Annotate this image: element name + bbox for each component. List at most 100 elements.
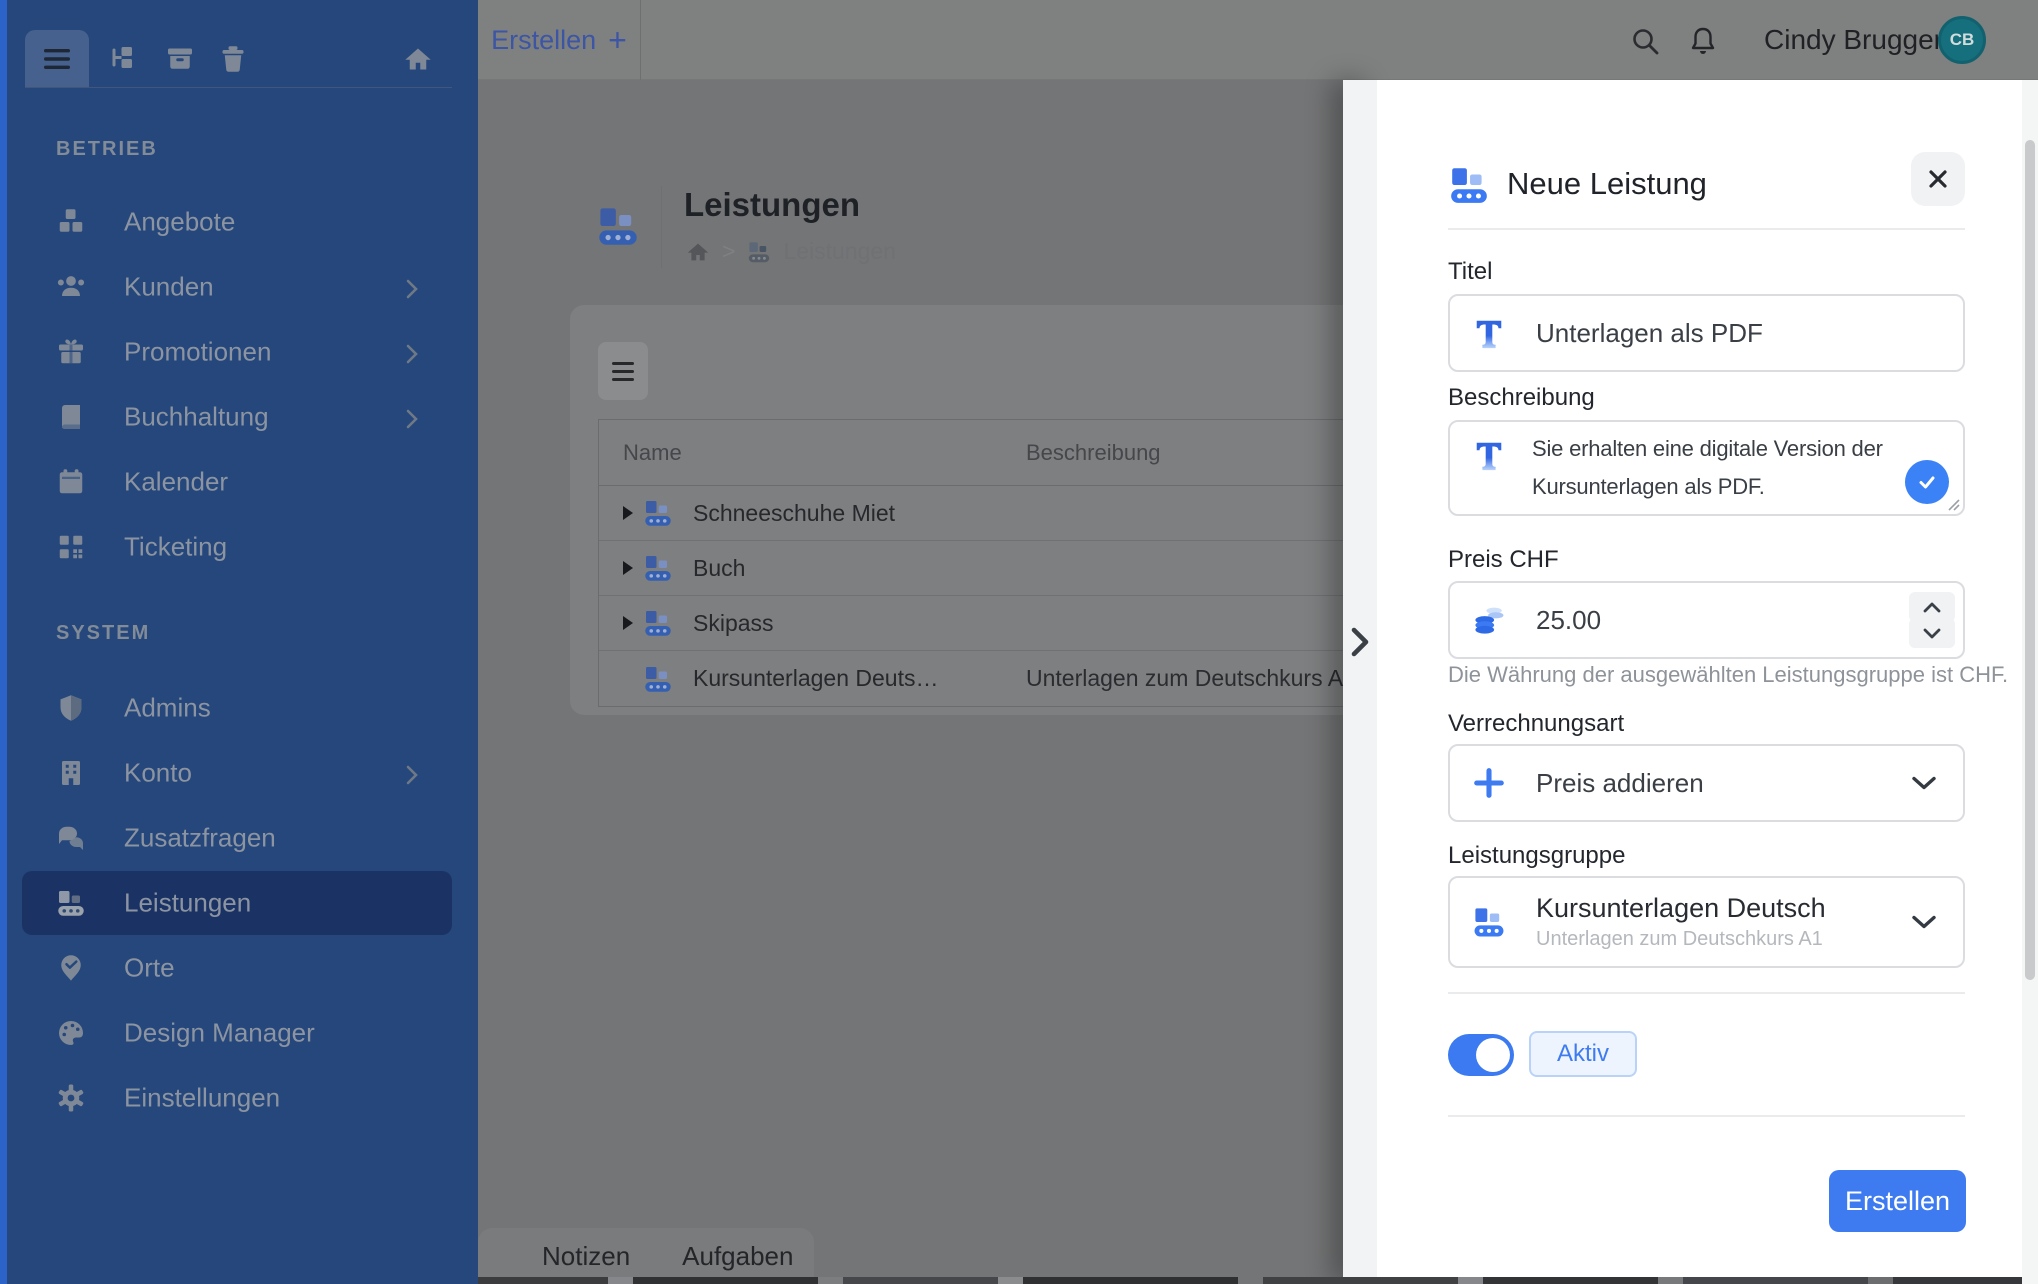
beschreibung-textarea[interactable]: Sie erhalten eine digitale Version der K…: [1448, 420, 1965, 516]
row-name: Skipass: [693, 610, 774, 637]
leistungsgruppe-value: Kursunterlagen Deutsch: [1536, 893, 1826, 924]
leistungsgruppe-label: Leistungsgruppe: [1448, 842, 1625, 870]
active-toggle[interactable]: [1448, 1034, 1514, 1076]
preis-label: Preis CHF: [1448, 546, 1559, 574]
sidebar-menu-button[interactable]: [25, 30, 89, 87]
qr-icon: [56, 532, 86, 562]
leistungsgruppe-subtitle: Unterlagen zum Deutschkurs A1: [1536, 928, 1826, 951]
bell-icon[interactable]: [1688, 26, 1718, 56]
sidebar-item-konto[interactable]: Konto: [22, 741, 452, 805]
plus-icon: +: [608, 22, 627, 59]
drawer-collapse-rail: [1343, 80, 1377, 1284]
scrollbar-track[interactable]: [2022, 80, 2038, 1284]
chevron-right-icon: [406, 765, 418, 785]
confirm-check-badge[interactable]: [1905, 460, 1949, 504]
expand-triangle-icon[interactable]: [623, 506, 633, 520]
header-divider: [661, 186, 662, 268]
calendar-icon: [56, 467, 86, 497]
sidebar-accent-strip: [0, 0, 7, 1284]
shield-icon: [56, 693, 86, 723]
verrechnungsart-select[interactable]: Preis addieren: [1448, 744, 1965, 822]
user-name[interactable]: Cindy Brugger: [1764, 0, 1943, 80]
sidebar-item-kunden[interactable]: Kunden: [22, 255, 452, 319]
expand-triangle-icon[interactable]: [623, 561, 633, 575]
chevron-right-icon: [406, 344, 418, 364]
blocks-icon: [1448, 164, 1490, 206]
chevron-down-icon: [1911, 776, 1937, 791]
beschreibung-line1: Sie erhalten eine digitale Version der: [1532, 436, 1883, 462]
chevron-right-icon: [406, 279, 418, 299]
home-icon[interactable]: [403, 44, 433, 74]
new-service-drawer: Neue Leistung Titel Unterlagen als PDF B…: [1377, 80, 2038, 1284]
blocks-icon: [643, 498, 673, 528]
home-icon[interactable]: [686, 240, 710, 264]
beschreibung-line2: Kursunterlagen als PDF.: [1532, 474, 1765, 500]
scrollbar-thumb[interactable]: [2025, 140, 2035, 980]
blocks-icon: [643, 664, 673, 694]
blocks-icon: [643, 553, 673, 583]
titel-value: Unterlagen als PDF: [1536, 318, 1763, 349]
sidebar-item-promotionen[interactable]: Promotionen: [22, 320, 452, 384]
divider: [1448, 1115, 1965, 1117]
gear-icon: [56, 1083, 86, 1113]
toggle-knob: [1476, 1038, 1510, 1072]
breadcrumb-current: Leistungen: [783, 238, 896, 265]
sidebar-item-buchhaltung[interactable]: Buchhaltung: [22, 385, 452, 449]
tree-view-icon[interactable]: [108, 44, 138, 74]
sidebar-item-orte[interactable]: Orte: [22, 936, 452, 1000]
page-title-blocks-icon: [596, 204, 640, 248]
column-header-beschreibung: Beschreibung: [1026, 440, 1161, 466]
chevron-up-icon: [1923, 602, 1941, 613]
tab-notizen[interactable]: Notizen: [516, 1241, 656, 1272]
app-window: BETRIEB Angebote Kunden Promotionen Buch…: [0, 0, 2038, 1284]
chevron-down-icon: [1911, 915, 1937, 930]
hamburger-icon: [43, 48, 71, 70]
expand-triangle-icon[interactable]: [623, 616, 633, 630]
sidebar-toolbar-divider: [25, 87, 452, 88]
blocks-icon: [56, 888, 86, 918]
chat-icon: [56, 823, 86, 853]
text-icon: [1472, 316, 1506, 350]
cut-off-content-strip: [478, 1277, 2038, 1284]
erstellen-button[interactable]: Erstellen: [1829, 1170, 1966, 1232]
row-name: Buch: [693, 555, 745, 582]
preis-input[interactable]: 25.00: [1448, 581, 1965, 659]
coins-icon: [1472, 603, 1506, 637]
row-name: Schneeschuhe Miet: [693, 500, 895, 527]
chevron-down-icon: [1923, 628, 1941, 639]
pin-icon: [56, 953, 86, 983]
sidebar-item-zusatzfragen[interactable]: Zusatzfragen: [22, 806, 452, 870]
book-icon: [56, 402, 86, 432]
sidebar: BETRIEB Angebote Kunden Promotionen Buch…: [0, 0, 478, 1284]
palette-icon: [56, 1018, 86, 1048]
search-icon[interactable]: [1630, 26, 1660, 56]
sidebar-item-angebote[interactable]: Angebote: [22, 190, 452, 254]
archive-icon[interactable]: [165, 44, 195, 74]
users-icon: [56, 272, 86, 302]
trash-icon[interactable]: [218, 44, 248, 74]
chevron-right-icon: [406, 409, 418, 429]
close-button[interactable]: [1911, 152, 1965, 206]
preis-value: 25.00: [1536, 605, 1601, 636]
bottom-panel: Notizen Aufgaben: [478, 1228, 814, 1284]
tab-aufgaben[interactable]: Aufgaben: [656, 1241, 819, 1272]
collapse-drawer-chevron-icon[interactable]: [1350, 626, 1370, 658]
sidebar-item-admins[interactable]: Admins: [22, 676, 452, 740]
titel-input[interactable]: Unterlagen als PDF: [1448, 294, 1965, 372]
create-tab[interactable]: Erstellen +: [478, 0, 641, 80]
sidebar-section-system: SYSTEM: [56, 622, 150, 645]
avatar[interactable]: CB: [1938, 16, 1986, 64]
create-tab-label: Erstellen: [491, 25, 596, 56]
leistungsgruppe-select[interactable]: Kursunterlagen Deutsch Unterlagen zum De…: [1448, 876, 1965, 968]
sidebar-item-leistungen[interactable]: Leistungen: [22, 871, 452, 935]
table-menu-button[interactable]: [598, 342, 648, 400]
drawer-title: Neue Leistung: [1507, 166, 1707, 202]
stepper-down-button[interactable]: [1909, 618, 1955, 648]
plus-icon: [1472, 766, 1506, 800]
sidebar-item-ticketing[interactable]: Ticketing: [22, 515, 452, 579]
sidebar-item-einstellungen[interactable]: Einstellungen: [22, 1066, 452, 1130]
page-title: Leistungen: [684, 186, 860, 224]
sidebar-item-kalender[interactable]: Kalender: [22, 450, 452, 514]
resize-handle-icon[interactable]: [1946, 497, 1960, 511]
sidebar-item-design-manager[interactable]: Design Manager: [22, 1001, 452, 1065]
